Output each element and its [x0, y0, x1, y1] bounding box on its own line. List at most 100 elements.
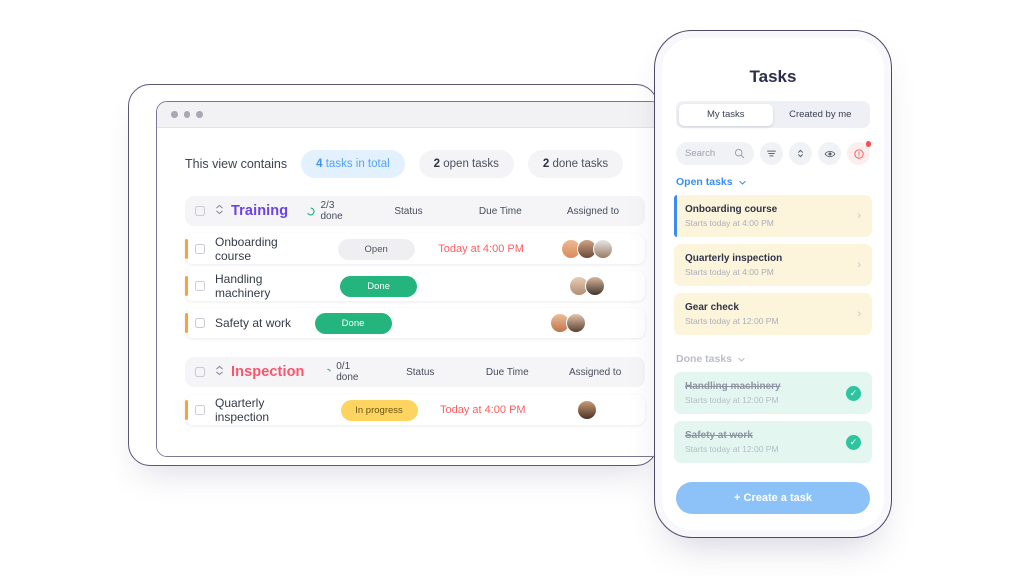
- column-header-due: Due Time: [478, 205, 522, 217]
- task-group-training: Training 2/3 done Status Due Time Assign…: [157, 196, 661, 338]
- row-checkbox[interactable]: [195, 405, 205, 415]
- group-header[interactable]: Training 2/3 done Status Due Time Assign…: [185, 196, 645, 226]
- group-progress: 0/1 done: [323, 361, 368, 383]
- section-header-open[interactable]: Open tasks: [662, 165, 884, 195]
- table-row[interactable]: Onboarding course Open Today at 4:00 PM: [185, 234, 645, 264]
- task-list: Open tasks Onboarding course Starts toda…: [662, 165, 884, 472]
- card-title: Safety at work: [685, 430, 753, 441]
- table-row[interactable]: Quarterly inspection In progress Today a…: [185, 395, 645, 425]
- notification-dot: [865, 141, 871, 147]
- column-header-assigned: Assigned to: [569, 366, 622, 378]
- group-progress: 2/3 done: [306, 200, 353, 222]
- column-header-due: Due Time: [485, 366, 529, 378]
- group-select-checkbox[interactable]: [195, 206, 205, 216]
- avatar: [566, 313, 587, 333]
- tab-my-tasks[interactable]: My tasks: [678, 103, 773, 126]
- row-task-name: Handling machinery: [215, 272, 271, 300]
- section-label: Done tasks: [676, 353, 733, 365]
- row-assignees[interactable]: [519, 313, 617, 333]
- pill-open-tasks[interactable]: 2 open tasks: [418, 150, 514, 178]
- row-checkbox[interactable]: [195, 244, 205, 254]
- task-group-inspection: Inspection 0/1 done Status Due Time Assi…: [157, 357, 661, 425]
- row-assignees[interactable]: [540, 400, 635, 420]
- row-due-time: Today at 4:00 PM: [439, 404, 526, 416]
- chevron-down-icon: [738, 357, 745, 362]
- card-text: Gear check Starts today at 12:00 PM: [685, 302, 857, 326]
- collapse-icon[interactable]: [214, 202, 226, 220]
- row-assignees[interactable]: [540, 276, 635, 296]
- browser-window: This view contains 4 tasks in total 2 op…: [156, 101, 662, 457]
- avatar: [585, 276, 606, 296]
- group-header[interactable]: Inspection 0/1 done Status Due Time Assi…: [185, 357, 645, 387]
- view-summary-label: This view contains: [185, 157, 288, 171]
- card-subtitle: Starts today at 12:00 PM: [685, 316, 779, 326]
- row-task-name: Safety at work: [215, 316, 292, 330]
- group-select-checkbox[interactable]: [195, 367, 205, 377]
- card-title: Handling machinery: [685, 381, 781, 392]
- chevron-right-icon: ›: [857, 210, 861, 222]
- list-item[interactable]: Handling machinery Starts today at 12:00…: [674, 372, 872, 414]
- column-header-status: Status: [394, 205, 423, 217]
- phone-frame: Tasks My tasks Created by me Search Open…: [654, 30, 892, 538]
- table-row[interactable]: Safety at work Done: [185, 308, 645, 338]
- filter-icon: [767, 150, 776, 157]
- list-item[interactable]: Safety at work Starts today at 12:00 PM …: [674, 421, 872, 463]
- check-icon: ✓: [846, 434, 861, 450]
- column-header-status: Status: [406, 366, 435, 378]
- status-badge: Done: [314, 312, 392, 334]
- row-due-time: Today at 4:00 PM: [438, 243, 524, 255]
- row-assignees[interactable]: [539, 239, 635, 259]
- row-task-name: Onboarding course: [215, 235, 278, 263]
- eye-icon: [824, 150, 835, 157]
- window-close-dot[interactable]: [171, 111, 178, 118]
- status-badge: Done: [340, 275, 418, 297]
- list-item[interactable]: Onboarding course Starts today at 4:00 P…: [674, 195, 872, 237]
- list-item[interactable]: Gear check Starts today at 12:00 PM ›: [674, 293, 872, 335]
- card-title: Quarterly inspection: [685, 253, 783, 264]
- tab-bar: My tasks Created by me: [676, 101, 870, 128]
- alert-icon: [853, 148, 864, 159]
- pill-total-text: tasks in total: [322, 158, 390, 170]
- tab-created-by-me[interactable]: Created by me: [773, 104, 868, 126]
- collapse-icon[interactable]: [214, 363, 226, 381]
- chevron-right-icon: ›: [857, 308, 861, 320]
- card-subtitle: Starts today at 12:00 PM: [685, 395, 779, 405]
- pill-done-text: done tasks: [549, 158, 609, 170]
- row-accent: [185, 400, 188, 420]
- chevron-down-icon: [738, 180, 746, 185]
- card-text: Quarterly inspection Starts today at 4:0…: [685, 253, 857, 277]
- list-item[interactable]: Quarterly inspection Starts today at 4:0…: [674, 244, 872, 286]
- avatar: [592, 239, 613, 259]
- group-progress-label: 0/1 done: [336, 361, 359, 383]
- table-row[interactable]: Handling machinery Done: [185, 271, 645, 301]
- row-status-cell[interactable]: In progress: [332, 399, 425, 421]
- section-header-done[interactable]: Done tasks: [662, 342, 884, 372]
- create-task-button[interactable]: + Create a task: [676, 482, 870, 514]
- row-status-cell[interactable]: Open: [329, 238, 423, 260]
- card-title: Onboarding course: [685, 204, 778, 215]
- row-checkbox[interactable]: [195, 318, 205, 328]
- row-task-name: Quarterly inspection: [215, 396, 270, 424]
- card-text: Handling machinery Starts today at 12:00…: [685, 381, 846, 405]
- sort-button[interactable]: [789, 142, 812, 165]
- status-badge: Open: [337, 238, 415, 260]
- pill-done-tasks[interactable]: 2 done tasks: [527, 150, 624, 178]
- visibility-button[interactable]: [818, 142, 841, 165]
- search-input[interactable]: Search: [676, 142, 754, 165]
- pill-total-tasks[interactable]: 4 tasks in total: [301, 150, 405, 178]
- filter-button[interactable]: [760, 142, 783, 165]
- progress-ring-icon: [323, 368, 331, 376]
- row-accent: [185, 313, 188, 333]
- row-checkbox[interactable]: [195, 281, 205, 291]
- column-header-assigned: Assigned to: [566, 205, 620, 217]
- avatar: [577, 400, 598, 420]
- window-minimize-dot[interactable]: [183, 111, 190, 118]
- sort-icon: [798, 149, 803, 158]
- row-status-cell[interactable]: Done: [305, 312, 401, 334]
- card-title: Gear check: [685, 302, 739, 313]
- row-status-cell[interactable]: Done: [332, 275, 425, 297]
- status-badge: In progress: [340, 399, 418, 421]
- alerts-button[interactable]: [847, 141, 871, 165]
- card-text: Onboarding course Starts today at 4:00 P…: [685, 204, 857, 228]
- window-maximize-dot[interactable]: [196, 111, 203, 118]
